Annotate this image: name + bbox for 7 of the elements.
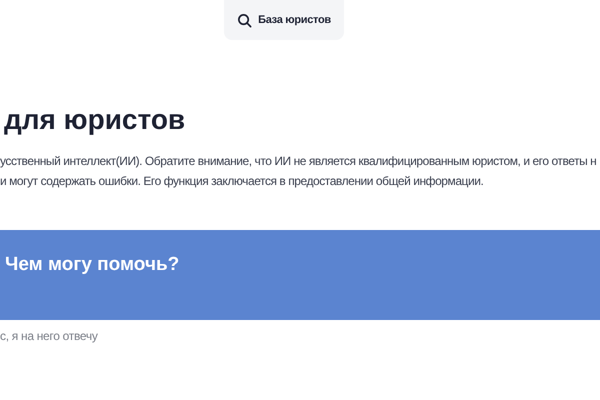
search-icon: [237, 12, 252, 28]
page-title: для юристов: [4, 103, 186, 137]
hint-text: с, я на него отвечу: [0, 329, 99, 343]
description-text: усственный интеллект(ИИ). Обратите внимание, что ИИ не является квалифицированным юристом, и его ответы н: [0, 153, 598, 170]
search-button[interactable]: База юристов: [224, 0, 344, 40]
description-text: и могут содержать ошибки. Его функция заключается в предоставлении общей информации.: [0, 173, 484, 190]
greeting-text: Чем могу помочь?: [5, 254, 180, 276]
